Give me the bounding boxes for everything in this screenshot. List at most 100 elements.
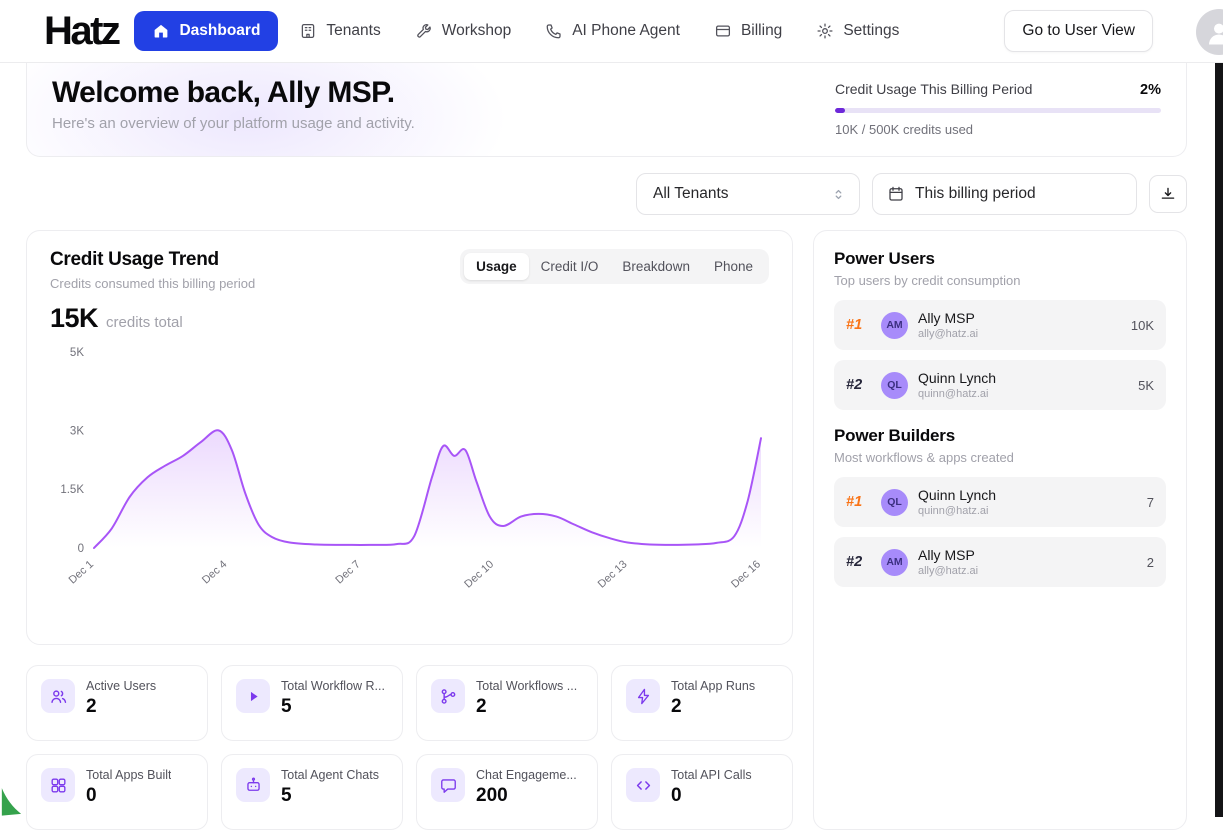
- stat-value: 2: [476, 696, 487, 717]
- tenant-select-value: All Tenants: [653, 185, 729, 202]
- credit-usage-label: Credit Usage This Billing Period: [835, 81, 1033, 97]
- svg-text:Dec 7: Dec 7: [333, 558, 362, 586]
- stat-label: Active Users: [86, 679, 157, 693]
- person-icon: [1204, 17, 1223, 47]
- avatar: AM: [881, 548, 908, 576]
- play-icon: [236, 679, 270, 713]
- stat-total-app-runs: Total App Runs 2: [611, 665, 793, 741]
- user-value: 5K: [1138, 377, 1154, 393]
- cursor-decoration: [0, 785, 22, 817]
- page-title: Welcome back, Ally MSP.: [52, 76, 395, 109]
- leaderboards-card: Power Users Top users by credit consumpt…: [813, 230, 1187, 830]
- tab-breakdown[interactable]: Breakdown: [610, 253, 702, 280]
- stat-value: 200: [476, 785, 508, 806]
- top-navbar: Hatz Dashboard Tenants Workshop AI Phone…: [0, 0, 1223, 63]
- stat-value: 0: [671, 785, 682, 806]
- brand-logo: Hatz: [44, 9, 121, 53]
- user-email: quinn@hatz.ai: [918, 505, 989, 517]
- tab-phone[interactable]: Phone: [702, 253, 765, 280]
- power-builders-subtitle: Most workflows & apps created: [834, 450, 1014, 465]
- rank-badge: #2: [846, 554, 863, 570]
- nav-label: Workshop: [441, 22, 512, 39]
- stat-value: 2: [671, 696, 682, 717]
- credit-usage-detail: 10K / 500K credits used: [835, 122, 974, 137]
- stat-total-workflows: Total Workflows ... 2: [416, 665, 598, 741]
- user-email: ally@hatz.ai: [918, 565, 979, 577]
- stat-label: Chat Engageme...: [476, 768, 577, 782]
- nav-dashboard[interactable]: Dashboard: [134, 11, 279, 51]
- scrollbar[interactable]: [1215, 63, 1223, 817]
- svg-text:Dec 13: Dec 13: [596, 558, 630, 590]
- user-email: ally@hatz.ai: [918, 328, 979, 340]
- credits-total-value: 15K: [50, 303, 99, 333]
- stat-label: Total App Runs: [671, 679, 756, 693]
- list-item: #1 AM Ally MSP ally@hatz.ai 10K: [834, 300, 1166, 350]
- workflow-icon: [431, 679, 465, 713]
- avatar: QL: [881, 488, 908, 516]
- avatar: QL: [881, 371, 908, 399]
- list-item: #2 QL Quinn Lynch quinn@hatz.ai 5K: [834, 360, 1166, 410]
- usage-trend-chart: 5K 3K 1.5K 0 Dec 1 Dec 4 Dec 7 Dec 10 Dec 13 Dec …: [60, 347, 763, 591]
- chart-card-header: Credit Usage Trend Credits consumed this…: [50, 249, 255, 291]
- user-name: Ally MSP: [918, 547, 975, 563]
- stat-value: 0: [86, 785, 97, 806]
- user-name: Ally MSP: [918, 310, 975, 326]
- list-item: #1 QL Quinn Lynch quinn@hatz.ai 7: [834, 477, 1166, 527]
- svg-text:Dec 16: Dec 16: [729, 558, 763, 590]
- wrench-icon: [415, 22, 433, 40]
- credit-card-icon: [714, 22, 732, 40]
- credit-usage-percent: 2%: [1140, 82, 1161, 98]
- nav-workshop[interactable]: Workshop: [402, 12, 525, 50]
- nav-ai-phone-agent[interactable]: AI Phone Agent: [532, 12, 693, 50]
- stat-value: 2: [86, 696, 97, 717]
- tab-credit-io[interactable]: Credit I/O: [529, 253, 611, 280]
- nav-label: AI Phone Agent: [572, 22, 680, 39]
- svg-text:5K: 5K: [70, 347, 84, 359]
- bolt-icon: [626, 679, 660, 713]
- stat-chat-engagement: Chat Engageme... 200: [416, 754, 598, 830]
- stat-value: 5: [281, 696, 292, 717]
- stats-grid: Active Users 2 Total Workflow R... 5 Tot…: [26, 665, 793, 830]
- avatar: AM: [881, 311, 908, 339]
- tenant-select[interactable]: All Tenants: [636, 173, 860, 215]
- tab-usage[interactable]: Usage: [464, 253, 529, 280]
- stat-total-workflow-runs: Total Workflow R... 5: [221, 665, 403, 741]
- user-value: 10K: [1130, 317, 1154, 333]
- nav-tenants[interactable]: Tenants: [286, 12, 393, 50]
- rank-badge: #2: [846, 377, 863, 393]
- user-name: Quinn Lynch: [918, 370, 997, 386]
- credit-usage-summary: Credit Usage This Billing Period 2% 10K …: [835, 76, 1161, 156]
- stat-label: Total Workflow R...: [281, 679, 385, 693]
- download-button[interactable]: [1149, 175, 1187, 213]
- nav-settings[interactable]: Settings: [803, 12, 912, 50]
- svg-text:Dec 1: Dec 1: [67, 558, 96, 586]
- left-column: Credit Usage Trend Credits consumed this…: [26, 230, 793, 830]
- phone-icon: [545, 22, 563, 40]
- stat-value: 5: [281, 785, 292, 806]
- nav-label: Billing: [740, 22, 783, 39]
- power-builders-section: Power Builders Most workflows & apps cre…: [834, 426, 1166, 587]
- users-icon: [41, 679, 75, 713]
- user-avatar[interactable]: [1196, 9, 1223, 55]
- code-icon: [626, 768, 660, 802]
- stat-active-users: Active Users 2: [26, 665, 208, 741]
- power-users-subtitle: Top users by credit consumption: [834, 273, 1021, 288]
- filters-row: All Tenants This billing period: [26, 173, 1187, 215]
- power-builders-title: Power Builders: [834, 426, 955, 445]
- nav-label: Tenants: [326, 22, 381, 39]
- chat-bubble-icon: [431, 768, 465, 802]
- stat-total-agent-chats: Total Agent Chats 5: [221, 754, 403, 830]
- user-value: 7: [1146, 494, 1154, 510]
- grid-icon: [41, 768, 75, 802]
- billing-period-value: This billing period: [915, 185, 1036, 202]
- billing-period-select[interactable]: This billing period: [872, 173, 1137, 215]
- credit-usage-trend-card: Credit Usage Trend Credits consumed this…: [26, 230, 793, 645]
- bot-icon: [236, 768, 270, 802]
- nav-billing[interactable]: Billing: [701, 12, 795, 50]
- svg-text:3K: 3K: [70, 425, 84, 437]
- go-to-user-view-button[interactable]: Go to User View: [1004, 10, 1153, 52]
- home-icon: [152, 22, 170, 40]
- rank-badge: #1: [846, 494, 863, 510]
- power-users-title: Power Users: [834, 249, 935, 268]
- chevron-up-down-icon: [830, 186, 847, 203]
